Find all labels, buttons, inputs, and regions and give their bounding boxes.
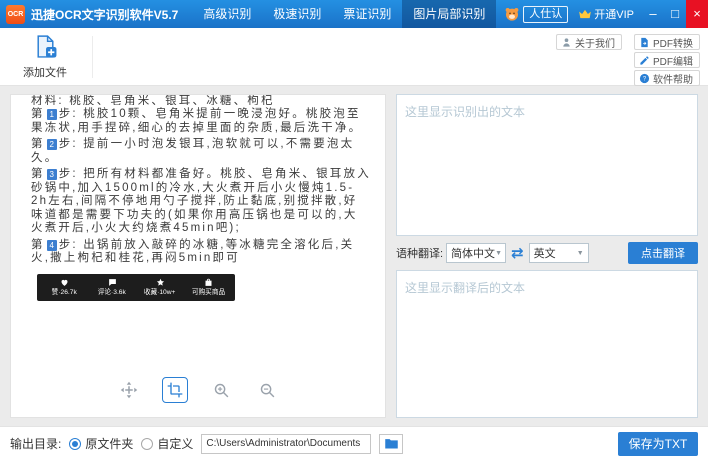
swap-languages-icon[interactable]: ⇄ (511, 244, 524, 262)
stat-item: 评论·3.6k (88, 278, 136, 297)
stats-bar: 赞·26.7k 评论·3.6k 收藏·10w+ 可购买商品 (37, 274, 235, 301)
save-txt-button[interactable]: 保存为TXT (618, 432, 698, 456)
stat-item: 可购买商品 (184, 278, 232, 297)
menu-item[interactable]: 票证识别 (332, 0, 402, 28)
output-dir-label: 输出目录: (10, 435, 61, 452)
pdf-edit-icon (639, 55, 650, 66)
button-label: PDF编辑 (653, 53, 693, 68)
toolbar-separator (92, 36, 93, 78)
open-vip-button[interactable]: 开通VIP (594, 6, 634, 22)
chevron-down-icon: ▼ (495, 250, 502, 257)
zoom-in-tool[interactable] (208, 377, 234, 403)
person-icon (561, 37, 572, 48)
stat-label: 可购买商品 (191, 287, 224, 297)
source-language-value: 简体中文 (451, 245, 495, 261)
document-paragraph: 第4步: 出锅前放入敲碎的冰糖,等冰糖完全溶化后,关火,撒上枸杞和桂花,再闷5m… (31, 239, 371, 266)
app-logo-icon: OCR (6, 5, 25, 24)
menu-item[interactable]: 高级识别 (192, 0, 262, 28)
radio-selected-icon (69, 438, 81, 450)
pdf-edit-button[interactable]: PDF编辑 (634, 52, 700, 68)
stat-label: 评论·3.6k (98, 287, 126, 297)
radio-label: 原文件夹 (85, 435, 133, 452)
app-title: 迅捷OCR文字识别软件V5.7 (31, 6, 178, 23)
radio-original-folder[interactable]: 原文件夹 (69, 435, 133, 452)
output-path-input[interactable] (201, 434, 371, 454)
zoom-out-tool[interactable] (254, 377, 280, 403)
titlebar: OCR 迅捷OCR文字识别软件V5.7 高级识别极速识别票证识别图片局部识别 人… (0, 0, 708, 28)
translate-label: 语种翻译: (396, 245, 443, 261)
maximize-button[interactable]: □ (664, 0, 686, 28)
target-language-select[interactable]: 英文 ▼ (529, 243, 589, 263)
source-language-select[interactable]: 简体中文 ▼ (446, 243, 506, 263)
step-number: 3 (47, 169, 57, 180)
button-label: 软件帮助 (653, 71, 693, 86)
step-number: 2 (47, 139, 57, 150)
stat-label: 赞·26.7k (51, 287, 76, 297)
titlebar-menu: 高级识别极速识别票证识别图片局部识别 (192, 0, 496, 28)
browse-folder-button[interactable] (379, 434, 403, 454)
document-paragraph: 第1步: 桃胶10颗、皂角米提前一晚浸泡好。桃胶泡至果冻状,用手捏碎,细心的去掉… (31, 108, 371, 135)
radio-custom[interactable]: 自定义 (141, 435, 193, 452)
add-file-icon (33, 34, 58, 62)
toolbar: 添加文件 关于我们 PDF转换PDF编辑?软件帮助 (0, 28, 708, 86)
document-paragraph: 第3步: 把所有材料都准备好。桃胶、皂角米、银耳放入砂锅中,加入1500ml的冷… (31, 168, 371, 236)
image-preview-panel: 材料: 桃胶、皂角米、银耳、冰糖、枸杞第1步: 桃胶10颗、皂角米提前一晚浸泡好… (10, 94, 386, 418)
chevron-down-icon: ▼ (577, 250, 584, 257)
ocr-result-textarea[interactable] (396, 94, 698, 236)
stat-item: 赞·26.7k (40, 278, 88, 297)
pdf-convert-icon (639, 37, 650, 48)
menu-item[interactable]: 图片局部识别 (402, 0, 496, 28)
bottombar: 输出目录: 原文件夹 自定义 保存为TXT (0, 426, 708, 460)
bag-icon (204, 278, 213, 287)
document-image: 材料: 桃胶、皂角米、银耳、冰糖、枸杞第1步: 桃胶10颗、皂角米提前一晚浸泡好… (11, 95, 385, 301)
star-icon (156, 278, 165, 287)
add-file-label: 添加文件 (23, 64, 67, 80)
translated-textarea[interactable] (396, 270, 698, 418)
stat-label: 收藏·10w+ (144, 287, 176, 297)
add-file-button[interactable]: 添加文件 (14, 34, 76, 80)
about-label: 关于我们 (575, 35, 615, 50)
close-button[interactable]: × (686, 0, 708, 28)
result-panel: 语种翻译: 简体中文 ▼ ⇄ 英文 ▼ 点击翻译 (396, 94, 698, 418)
help-button[interactable]: ?软件帮助 (634, 70, 700, 86)
minimize-button[interactable]: – (642, 0, 664, 28)
auth-button[interactable]: 人仕认 (523, 6, 568, 23)
document-paragraph: 材料: 桃胶、皂角米、银耳、冰糖、枸杞 (31, 95, 371, 105)
step-number: 4 (47, 240, 57, 251)
pan-tool[interactable] (116, 377, 142, 403)
crown-icon (578, 7, 592, 21)
heart-icon (60, 278, 69, 287)
document-paragraph: 第2步: 提前一小时泡发银耳,泡软就可以,不需要泡太久。 (31, 138, 371, 165)
target-language-value: 英文 (534, 245, 556, 261)
document-text: 材料: 桃胶、皂角米、银耳、冰糖、枸杞第1步: 桃胶10颗、皂角米提前一晚浸泡好… (11, 95, 385, 266)
about-button[interactable]: 关于我们 (556, 34, 622, 50)
translate-button[interactable]: 点击翻译 (628, 242, 698, 264)
menu-item[interactable]: 极速识别 (262, 0, 332, 28)
step-number: 1 (47, 109, 57, 120)
radio-label: 自定义 (157, 435, 193, 452)
help-icon: ? (639, 73, 650, 84)
translate-row: 语种翻译: 简体中文 ▼ ⇄ 英文 ▼ 点击翻译 (396, 236, 698, 270)
crop-tool[interactable] (162, 377, 188, 403)
preview-toolbar (116, 377, 280, 403)
radio-unselected-icon (141, 438, 153, 450)
main-area: 材料: 桃胶、皂角米、银耳、冰糖、枸杞第1步: 桃胶10颗、皂角米提前一晚浸泡好… (0, 86, 708, 426)
stat-item: 收藏·10w+ (136, 278, 184, 297)
button-label: PDF转换 (653, 35, 693, 50)
mascot-icon (504, 6, 520, 22)
comment-icon (108, 278, 117, 287)
folder-icon (384, 436, 399, 451)
pdf-convert-button[interactable]: PDF转换 (634, 34, 700, 50)
titlebar-right: 人仕认 开通VIP – □ × (504, 0, 708, 28)
toolbar-side-buttons: PDF转换PDF编辑?软件帮助 (634, 34, 700, 86)
